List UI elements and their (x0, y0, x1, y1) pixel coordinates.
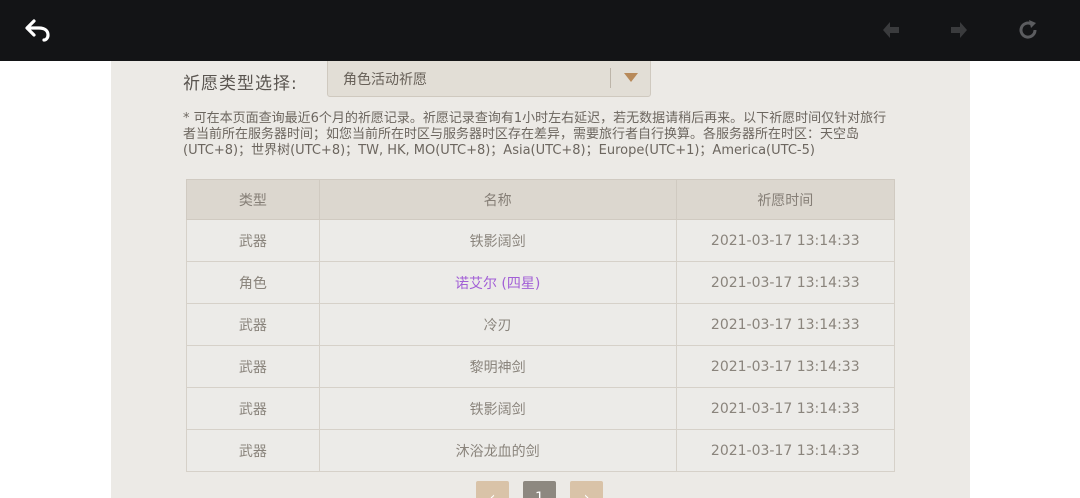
cell-time: 2021-03-17 13:14:33 (675, 219, 896, 262)
wish-type-select[interactable]: 角色活动祈愿 (327, 61, 651, 97)
next-page-button[interactable]: › (570, 481, 603, 498)
chevron-down-icon[interactable] (624, 73, 638, 82)
cell-name: 沐浴龙血的剑 (318, 429, 677, 472)
table-row: 武器 黎明神剑 2021-03-17 13:14:33 (186, 345, 896, 388)
cell-time: 2021-03-17 13:14:33 (675, 429, 896, 472)
cell-type: 武器 (186, 429, 320, 472)
next-icon[interactable] (943, 14, 975, 46)
cell-name: 黎明神剑 (318, 345, 677, 388)
table-row: 武器 铁影阔剑 2021-03-17 13:14:33 (186, 387, 896, 430)
cell-type: 武器 (186, 387, 320, 430)
header-name: 名称 (318, 179, 677, 220)
top-toolbar (0, 0, 1080, 61)
table-row: 角色 诺艾尔 (四星) 2021-03-17 13:14:33 (186, 261, 896, 304)
previous-icon[interactable] (875, 14, 907, 46)
table-row: 武器 沐浴龙血的剑 2021-03-17 13:14:33 (186, 429, 896, 472)
current-page-button[interactable]: 1 (523, 481, 556, 498)
prev-page-button[interactable]: ‹ (476, 481, 509, 498)
cell-name: 铁影阔剑 (318, 387, 677, 430)
cell-name: 铁影阔剑 (318, 219, 677, 262)
select-divider (610, 68, 611, 88)
cell-type: 武器 (186, 345, 320, 388)
cell-time: 2021-03-17 13:14:33 (675, 345, 896, 388)
wish-type-selected-value: 角色活动祈愿 (343, 72, 427, 88)
wish-records-table: 类型 名称 祈愿时间 武器 铁影阔剑 2021-03-17 13:14:33 角… (186, 179, 896, 472)
back-arrow-icon[interactable] (22, 14, 54, 46)
table-header-row: 类型 名称 祈愿时间 (186, 179, 896, 220)
cell-time: 2021-03-17 13:14:33 (675, 261, 896, 304)
cell-type: 武器 (186, 303, 320, 346)
table-row: 武器 冷刃 2021-03-17 13:14:33 (186, 303, 896, 346)
cell-type: 武器 (186, 219, 320, 262)
refresh-icon[interactable] (1012, 14, 1044, 46)
table-row: 武器 铁影阔剑 2021-03-17 13:14:33 (186, 219, 896, 262)
cell-time: 2021-03-17 13:14:33 (675, 387, 896, 430)
wish-type-label: 祈愿类型选择: (183, 74, 298, 94)
cell-time: 2021-03-17 13:14:33 (675, 303, 896, 346)
wish-history-panel: 祈愿类型选择: 角色活动祈愿 * 可在本页面查询最近6个月的祈愿记录。祈愿记录查… (111, 61, 970, 498)
header-type: 类型 (186, 179, 320, 220)
header-time: 祈愿时间 (675, 179, 896, 220)
cell-type: 角色 (186, 261, 320, 304)
cell-name: 冷刃 (318, 303, 677, 346)
query-notice: * 可在本页面查询最近6个月的祈愿记录。祈愿记录查询有1小时左右延迟，若无数据请… (183, 111, 887, 158)
cell-name: 诺艾尔 (四星) (318, 261, 677, 304)
